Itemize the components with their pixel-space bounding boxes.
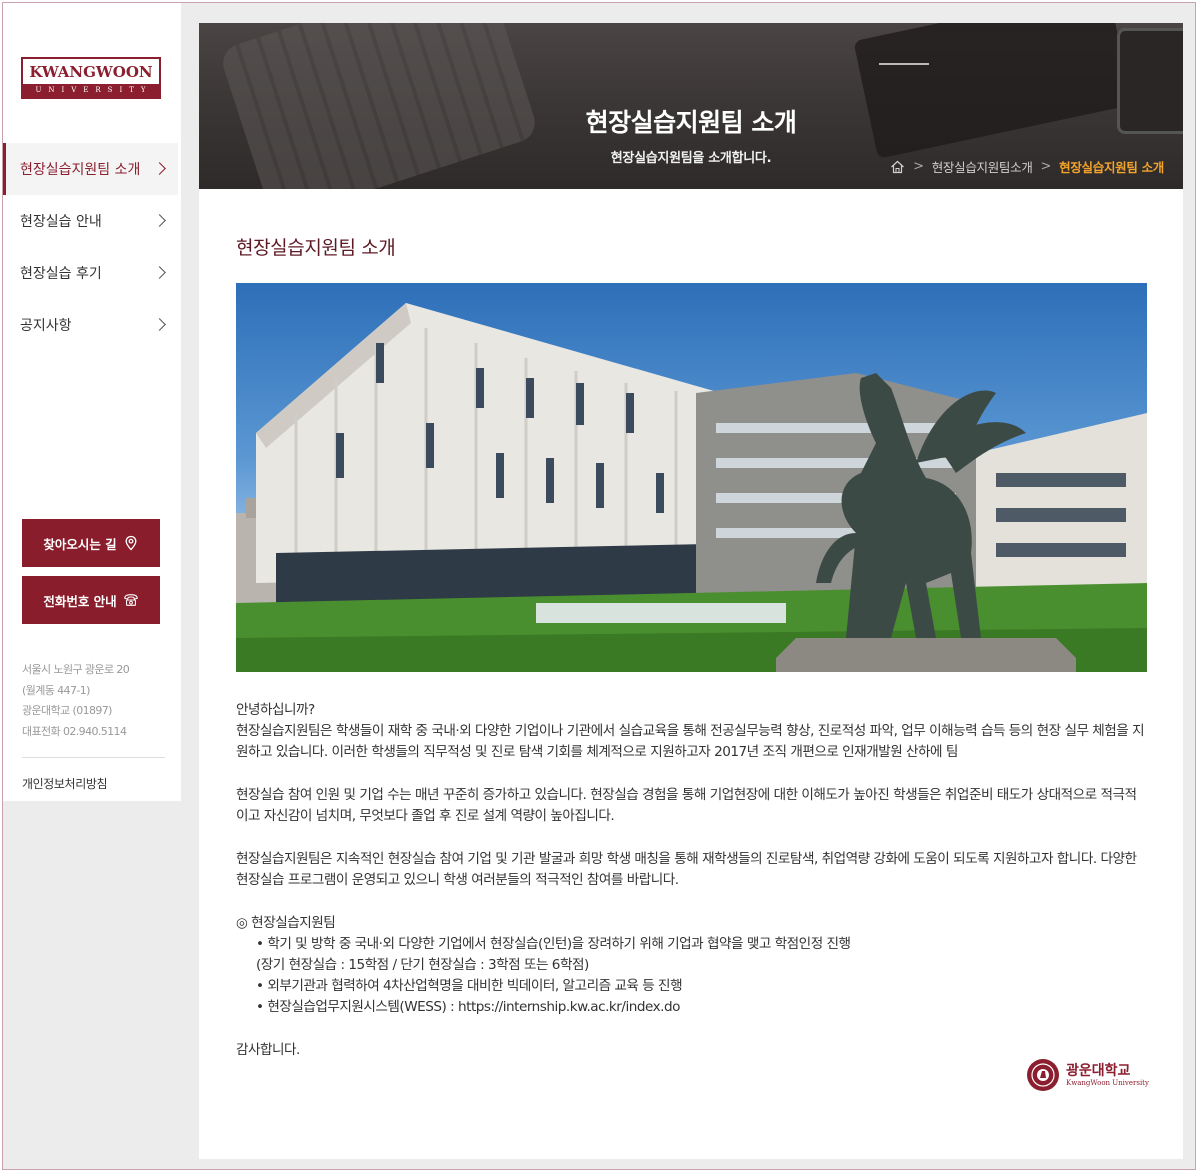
logo-text: KWANGWOON: [23, 59, 159, 84]
closing: 감사합니다.: [236, 1042, 300, 1058]
sidebar-bottom-background: [3, 801, 181, 1169]
sidebar-item-label: 현장실습 후기: [20, 266, 102, 282]
breadcrumb: > 현장실습지원팀소개 > 현장실습지원팀 소개: [890, 157, 1164, 176]
sidebar-item-team-intro[interactable]: 현장실습지원팀 소개: [3, 143, 178, 195]
sidebar-item-label: 현장실습지원팀 소개: [20, 162, 141, 178]
sidebar-item-label: 현장실습 안내: [20, 214, 102, 230]
location-pin-icon: [125, 535, 137, 551]
paragraph-3: 현장실습지원팀은 지속적인 현장실습 참여 기업 및 기관 발굴과 희망 학생 …: [236, 851, 1137, 888]
address-line: 서울시 노원구 광운로 20: [22, 663, 130, 676]
privacy-policy-link[interactable]: 개인정보처리방침: [22, 775, 108, 792]
bullet-wess-link[interactable]: • 현장실습업무지원시스템(WESS) : https://internship…: [236, 997, 1148, 1018]
university-emblem-icon: [1027, 1059, 1059, 1091]
phone-info-label: 전화번호 안내: [43, 593, 117, 609]
greeting: 안녕하십니까?: [236, 702, 315, 718]
sidebar-item-notices[interactable]: 공지사항: [3, 299, 178, 351]
sidebar-divider: [22, 757, 165, 758]
campus-building-photo: [236, 283, 1147, 672]
seal-english-name: KwangWoon University: [1066, 1078, 1149, 1087]
bullet-bigdata: • 외부기관과 협력하여 4차산업혁명을 대비한 빅데이터, 알고리즘 교육 등…: [256, 978, 683, 994]
paragraph-2: 현장실습 참여 인원 및 기업 수는 매년 꾸준히 증가하고 있습니다. 현장실…: [236, 787, 1137, 824]
chevron-right-icon: >: [913, 159, 924, 174]
home-icon[interactable]: [890, 160, 905, 174]
intro-text: 안녕하십니까? 현장실습지원팀은 학생들이 재학 중 국내·외 다양한 기업이나…: [236, 700, 1148, 1061]
chevron-right-icon: [153, 214, 166, 227]
team-heading: ◎ 현장실습지원팀: [236, 915, 336, 931]
content-title: 현장실습지원팀 소개: [236, 237, 396, 259]
chevron-right-icon: [153, 162, 166, 175]
sidebar-item-internship-guide[interactable]: 현장실습 안내: [3, 195, 178, 247]
breadcrumb-item[interactable]: 현장실습지원팀소개: [932, 157, 1033, 176]
chevron-right-icon: [153, 266, 166, 279]
address-line: 대표전화 02.940.5114: [22, 724, 127, 738]
banner-title: 현장실습지원팀 소개: [585, 108, 797, 137]
sidebar-item-label: 공지사항: [20, 318, 72, 334]
chevron-right-icon: >: [1040, 159, 1052, 174]
paragraph-1: 현장실습지원팀은 학생들이 재학 중 국내·외 다양한 기업이나 기관에서 실습…: [236, 723, 1145, 760]
breadcrumb-current[interactable]: 현장실습지원팀 소개: [1059, 157, 1164, 176]
address-block: 서울시 노원구 광운로 20 (월계동 447-1) 광운대학교 (01897)…: [22, 660, 172, 742]
kwangwoon-logo[interactable]: KWANGWOON UNIVERSITY: [21, 57, 161, 99]
address-line: (월계동 447-1): [22, 683, 90, 697]
banner-accent-bar: [879, 63, 929, 65]
seal-korean-name: 광운대학교: [1066, 1062, 1131, 1079]
logo-subtext: UNIVERSITY: [35, 86, 153, 94]
campus-illustration: [236, 303, 1147, 672]
bullet-credit-detail: (장기 현장실습 : 15학점 / 단기 현장실습 : 3학점 또는 6학점): [256, 957, 589, 973]
university-seal: 광운대학교 KwangWoon University: [1026, 1058, 1149, 1092]
chevron-right-icon: [153, 318, 166, 331]
phone-info-button[interactable]: 전화번호 안내: [22, 576, 160, 624]
telephone-icon: [123, 594, 138, 606]
address-line: 광운대학교 (01897): [22, 704, 112, 717]
sidebar-item-internship-reviews[interactable]: 현장실습 후기: [3, 247, 178, 299]
sidebar-nav: 현장실습지원팀 소개 현장실습 안내 현장실습 후기 공지사항: [3, 143, 178, 351]
bullet-credit: • 학기 및 방학 중 국내·외 다양한 기업에서 현장실습(인턴)을 장려하기…: [256, 936, 851, 952]
directions-label: 찾아오시는 길: [43, 536, 117, 552]
directions-button[interactable]: 찾아오시는 길: [22, 519, 160, 567]
